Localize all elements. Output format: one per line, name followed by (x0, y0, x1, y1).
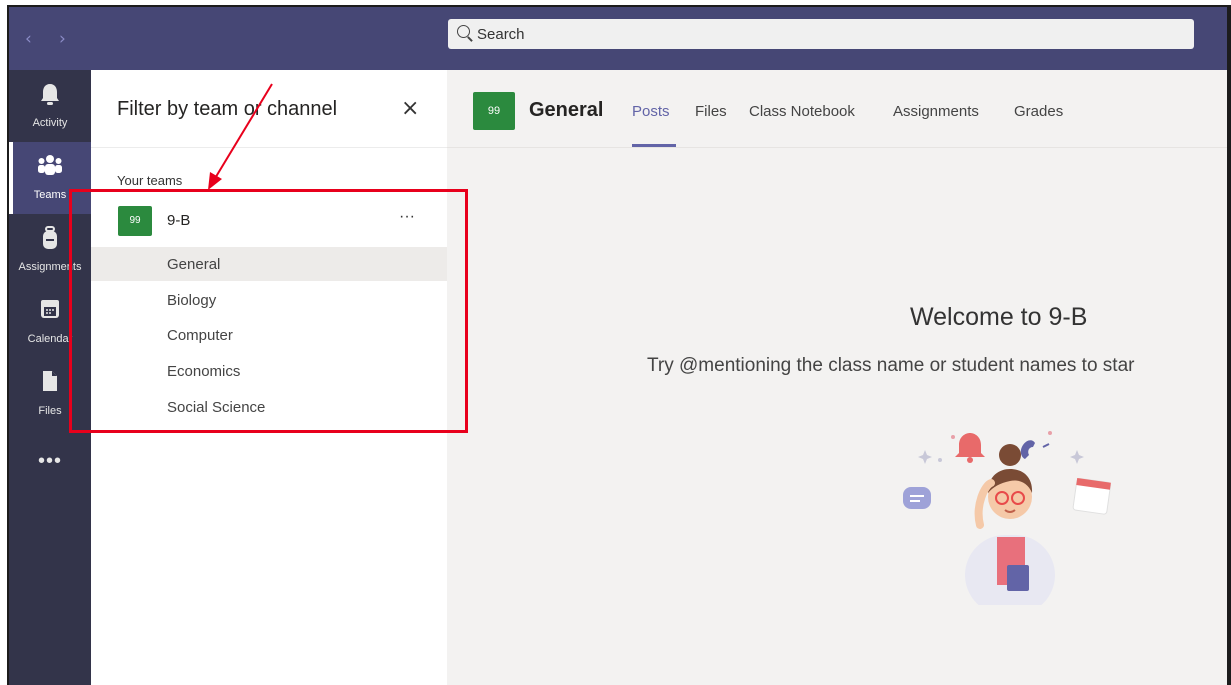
backpack-icon (43, 226, 57, 249)
back-arrow-icon[interactable]: ‹ (25, 29, 32, 49)
teams-window: ‹ › Search Activity Teams Assignments Ca… (0, 0, 1231, 685)
people-icon (38, 155, 62, 175)
search-icon (457, 25, 470, 38)
rail-label: Activity (32, 117, 68, 129)
bell-icon (41, 84, 59, 105)
welcome-title: Welcome to 9-B (910, 303, 1088, 331)
team-avatar: 99 (473, 92, 515, 130)
tab-assignments[interactable]: Assignments (893, 103, 979, 120)
window-border (1227, 5, 1231, 685)
annotation-highlight-box (69, 189, 468, 433)
channel-title: General (529, 99, 604, 121)
rail-item-activity[interactable]: Activity (9, 70, 91, 142)
teacher-illustration (903, 431, 1112, 605)
file-icon (43, 371, 57, 391)
tab-files[interactable]: Files (695, 103, 727, 120)
tab-class-notebook[interactable]: Class Notebook (749, 103, 855, 120)
section-label: Your teams (117, 173, 183, 188)
tab-posts[interactable]: Posts (632, 103, 670, 120)
more-apps-icon[interactable]: ••• (9, 450, 91, 473)
channel-main-area: 99 General Posts Files Class Notebook As… (447, 70, 1227, 685)
channel-header: 99 General Posts Files Class Notebook As… (447, 70, 1227, 148)
window-border (7, 5, 9, 685)
annotation-arrow-icon (208, 83, 273, 190)
active-tab-indicator (632, 144, 676, 147)
welcome-subtitle: Try @mentioning the class name or studen… (647, 355, 1135, 376)
search-placeholder: Search (477, 26, 525, 43)
title-bar: ‹ › Search (9, 7, 1227, 70)
tab-grades[interactable]: Grades (1014, 103, 1063, 120)
search-input[interactable]: Search (448, 19, 1194, 49)
calendar-icon (41, 300, 59, 318)
close-icon[interactable]: × (401, 96, 419, 121)
window-border (7, 5, 1231, 7)
forward-arrow-icon[interactable]: › (59, 29, 66, 49)
